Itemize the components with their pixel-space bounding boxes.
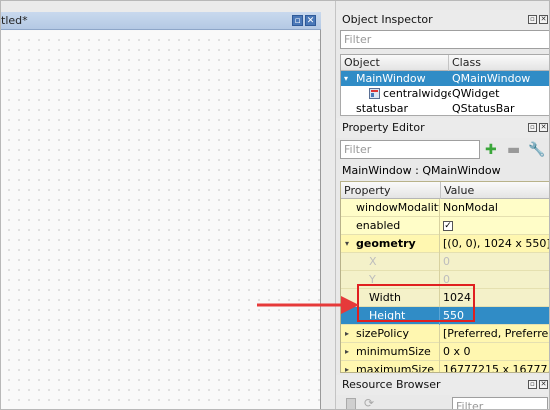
enabled-checkbox[interactable]: ✓ [443,221,453,231]
property-row-windowmodality[interactable]: windowModality NonModal [341,199,549,217]
object-class: QMainWindow [452,72,531,85]
dock-float-icon[interactable]: ▫ [528,15,537,24]
object-inspector-title: Object Inspector [342,13,433,26]
resource-browser-filter-input[interactable]: Filter [452,397,548,409]
property-name: enabled [341,217,440,235]
property-value[interactable]: 16777215 x 16777... [441,361,549,372]
column-header-object[interactable]: Object [341,55,449,71]
form-title-bar[interactable]: tled* ▫ ✕ [1,12,321,30]
property-value[interactable]: ✓ [441,217,549,235]
property-name: sizePolicy [341,325,440,343]
property-editor-context: MainWindow : QMainWindow [342,164,501,177]
property-row-maximumsize[interactable]: ▸ maximumSize 16777215 x 16777... [341,361,549,372]
reload-icon[interactable]: ⟳ [364,396,374,409]
property-name: X [341,253,440,271]
object-name: centralwidget [383,87,451,100]
property-editor-title-bar: Property Editor ▫ ✕ [336,118,549,138]
property-table-header: Property Value [341,182,549,199]
column-header-class[interactable]: Class [449,55,549,71]
dock-float-icon[interactable]: ▫ [528,123,537,132]
form-window[interactable]: tled* ▫ ✕ [1,12,321,409]
right-dock-panel: Object Inspector ▫ ✕ Filter Object Class… [335,1,549,409]
property-name: geometry [341,235,440,253]
property-name: maximumSize [341,361,440,372]
dock-close-icon[interactable]: ✕ [539,123,548,132]
object-inspector-header: Object Class [341,55,549,71]
property-row-sizepolicy[interactable]: ▸ sizePolicy [Preferred, Preferre... [341,325,549,343]
property-editor-filter-input[interactable]: Filter [340,140,480,159]
dock-float-icon[interactable]: ▫ [528,380,537,389]
object-row-mainwindow[interactable]: ▾ MainWindow QMainWindow [341,71,549,86]
form-editor-area: tled* ▫ ✕ [1,1,335,409]
object-name: MainWindow [356,72,426,85]
property-value[interactable]: 0 [441,253,549,271]
property-row-x[interactable]: X 0 [341,253,549,271]
resource-browser-title: Resource Browser [342,378,441,391]
property-value[interactable]: [Preferred, Preferre... [441,325,549,343]
resource-browser-title-bar: Resource Browser ▫ ✕ [336,375,549,395]
widget-icon [369,88,380,99]
object-row-statusbar[interactable]: statusbar QStatusBar [341,101,549,115]
dock-close-icon[interactable]: ✕ [539,15,548,24]
property-row-enabled[interactable]: enabled ✓ [341,217,549,235]
property-table: Property Value windowModality NonModal e… [340,181,549,373]
close-icon[interactable]: ✕ [305,15,316,26]
property-value[interactable]: NonModal [441,199,549,217]
property-row-minimumsize[interactable]: ▸ minimumSize 0 x 0 [341,343,549,361]
form-title: tled* [1,14,28,27]
form-grid-canvas[interactable] [1,31,320,409]
edit-resources-icon[interactable] [346,398,356,409]
collapse-arrow-icon[interactable]: ▾ [344,71,348,86]
object-inspector-filter-input[interactable]: Filter [340,30,549,49]
property-value[interactable]: [(0, 0), 1024 x 550] [441,235,549,253]
property-name: minimumSize [341,343,440,361]
property-name: windowModality [341,199,440,217]
float-icon[interactable]: ▫ [292,15,303,26]
highlight-box [357,284,475,322]
pointer-arrow-icon [257,296,359,314]
object-inspector-table: Object Class ▾ MainWindow QMainWindow ce… [340,54,549,116]
object-row-centralwidget[interactable]: centralwidget QWidget [341,86,549,101]
designer-window: tled* ▫ ✕ Object Inspector ▫ ✕ Filter Ob… [0,0,550,410]
add-property-icon[interactable]: ✚ [485,142,497,158]
column-header-value[interactable]: Value [441,182,549,199]
property-editor-title: Property Editor [342,121,425,134]
object-inspector-title-bar: Object Inspector ▫ ✕ [336,10,549,30]
object-class: QWidget [452,87,500,100]
column-header-property[interactable]: Property [341,182,441,199]
property-row-geometry[interactable]: ▾ geometry [(0, 0), 1024 x 550] [341,235,549,253]
object-name: statusbar [356,102,409,115]
dock-close-icon[interactable]: ✕ [539,380,548,389]
remove-property-icon[interactable]: ▬ [507,142,520,158]
property-value[interactable]: 0 x 0 [441,343,549,361]
object-class: QStatusBar [452,102,515,115]
configure-wrench-icon[interactable]: 🔧 [528,142,545,158]
